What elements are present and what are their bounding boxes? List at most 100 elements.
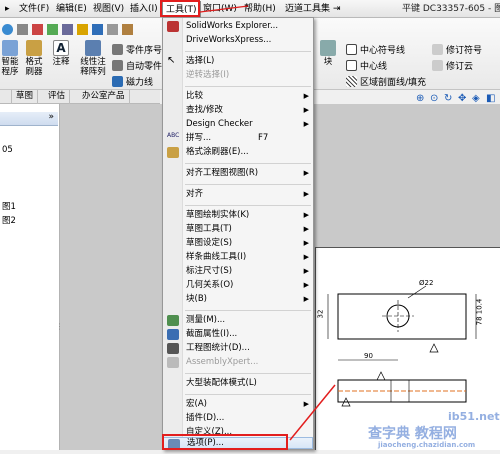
centerline-icon xyxy=(346,59,357,71)
centerline-button[interactable]: 中心线 xyxy=(346,58,387,72)
watermark-title: 查字典 教程网 xyxy=(368,426,457,442)
menu-item-find-modify[interactable]: 查找/修改 ▶ xyxy=(163,104,313,117)
menu-item-label: 测量(M)... xyxy=(186,315,226,325)
center-mark-button[interactable]: 中心符号线 xyxy=(346,42,405,56)
submenu-arrow-icon: ▶ xyxy=(303,120,309,128)
rebuild-icon[interactable] xyxy=(2,23,13,35)
menu-item-format-painter[interactable]: 格式涂刷器(E)... xyxy=(163,146,313,159)
annotation-arrow-top xyxy=(200,5,249,13)
measure-icon xyxy=(167,315,179,326)
tab-office-products[interactable]: 办公室产品 xyxy=(78,90,130,104)
menu-separator xyxy=(185,205,311,206)
area-hatch-button[interactable]: 区域剖面线/填充 xyxy=(346,74,426,88)
datum-triangle-2 xyxy=(376,371,386,381)
command-tabs: 草图 评估 办公室产品 xyxy=(0,90,160,104)
menu-separator xyxy=(185,51,311,52)
menu-item-invert-selection[interactable]: 逆转选择(I) xyxy=(163,69,313,82)
tree-item[interactable]: 图1 xyxy=(2,200,16,212)
menu-item-label: 样条曲线工具(I) xyxy=(186,252,247,262)
leader-line xyxy=(407,285,427,299)
magnetic-line-label: 磁力线 xyxy=(126,77,154,88)
rotate-icon[interactable]: ↻ xyxy=(444,93,452,104)
menu-item-compare[interactable]: 比较 ▶ xyxy=(163,90,313,103)
magnetic-line-button[interactable]: 磁力线 xyxy=(112,74,153,88)
centerline-label: 中心线 xyxy=(360,61,388,72)
note-label: 注释 xyxy=(52,57,70,67)
menu-item-driveworksxpress[interactable]: DriveWorksXpress... xyxy=(163,34,313,47)
menu-item-measure[interactable]: 测量(M)... xyxy=(163,314,313,327)
menubar-logo-icon[interactable]: ▸ xyxy=(2,1,13,17)
menu-item-assemblyxpert[interactable]: AssemblyXpert... xyxy=(163,356,313,369)
tab-evaluate[interactable]: 评估 xyxy=(44,90,71,104)
display-icon[interactable] xyxy=(62,23,73,35)
tab-sketch[interactable]: 草图 xyxy=(12,90,39,104)
dim-diameter[interactable]: Ø22 xyxy=(419,279,433,287)
menu-item-spline-tools[interactable]: 样条曲线工具(I) ▶ xyxy=(163,251,313,264)
menu-item-drawing-statistics[interactable]: 工程图统计(D)... xyxy=(163,342,313,355)
menu-item-spelling[interactable]: ABC 拼写... F7 xyxy=(163,132,313,145)
menu-item-align-drawing-view[interactable]: 对齐工程图视图(R) ▶ xyxy=(163,167,313,180)
auto-balloon-button[interactable]: 自动零件 xyxy=(112,58,162,72)
menu-item-section-properties[interactable]: 截面属性(I)... xyxy=(163,328,313,341)
note-button[interactable]: A 注释 xyxy=(50,40,72,67)
quick-toolbar xyxy=(2,22,162,36)
submenu-arrow-icon: ▶ xyxy=(303,169,309,177)
menu-item-align[interactable]: 对齐 ▶ xyxy=(163,188,313,201)
menu-addin-tools[interactable]: 迈道工具集 xyxy=(282,1,333,17)
view-orientation-icon[interactable]: ◈ xyxy=(472,93,480,104)
linear-note-pattern-button[interactable]: 线性注 释阵列 xyxy=(76,40,110,77)
menu-item-label: 选择(L) xyxy=(186,56,215,66)
section-properties-icon xyxy=(167,329,179,340)
link-icon[interactable] xyxy=(107,23,118,35)
submenu-arrow-icon: ▶ xyxy=(303,239,309,247)
revision-symbol-button[interactable]: 修订符号 xyxy=(432,42,482,56)
submenu-arrow-icon: ▶ xyxy=(303,190,309,198)
smart-dimension-icon xyxy=(2,40,18,56)
menu-item-select[interactable]: ↖ 选择(L) xyxy=(163,55,313,68)
panel-header: » xyxy=(0,112,58,126)
menu-item-sketch-settings[interactable]: 草图设定(S) ▶ xyxy=(163,237,313,250)
block-label: 块 xyxy=(323,57,333,67)
collapse-panel-icon[interactable]: » xyxy=(48,112,54,122)
menu-item-dimensions[interactable]: 标注尺寸(S) ▶ xyxy=(163,265,313,278)
menu-view[interactable]: 视图(V) xyxy=(90,1,127,17)
dim-height[interactable]: 32 xyxy=(316,310,324,319)
revision-cloud-button[interactable]: 修订云 xyxy=(432,58,473,72)
menu-insert[interactable]: 插入(I) xyxy=(127,1,161,17)
pin-icon[interactable]: ⇥ xyxy=(330,1,344,17)
menu-item-blocks[interactable]: 块(B) ▶ xyxy=(163,293,313,306)
search-icon[interactable] xyxy=(92,23,103,35)
menu-item-label: 工程图统计(D)... xyxy=(186,343,250,353)
block-icon xyxy=(320,40,336,56)
menu-item-design-checker[interactable]: Design Checker ▶ xyxy=(163,118,313,131)
menu-item-label: 块(B) xyxy=(186,294,207,304)
block-button[interactable]: 块 xyxy=(318,40,338,67)
menu-item-sketch-tools[interactable]: 草图工具(T) ▶ xyxy=(163,223,313,236)
tree-item[interactable]: 05 xyxy=(2,145,13,155)
tree-item[interactable]: 图2 xyxy=(2,214,16,226)
watermark-url: jiaocheng.chazidian.com xyxy=(378,441,476,449)
light-icon[interactable] xyxy=(77,23,88,35)
menu-item-sketch-entities[interactable]: 草图绘制实体(K) ▶ xyxy=(163,209,313,222)
menu-file[interactable]: 文件(F) xyxy=(16,1,52,17)
menu-edit[interactable]: 编辑(E) xyxy=(53,1,90,17)
menu-item-label: Design Checker xyxy=(186,119,253,129)
display-style-icon[interactable]: ◧ xyxy=(486,93,495,104)
tool-icon[interactable] xyxy=(122,23,133,35)
stop-icon[interactable] xyxy=(32,23,43,35)
menu-item-solidworks-explorer[interactable]: SolidWorks Explorer... xyxy=(163,20,313,33)
tab-more[interactable] xyxy=(0,90,12,104)
zoom-fit-icon[interactable]: ⊕ xyxy=(416,93,424,104)
format-painter-button[interactable]: 格式 刷器 xyxy=(22,40,46,77)
dim-length[interactable]: 90 xyxy=(364,352,373,360)
balloon-button[interactable]: 零件序号 xyxy=(112,42,162,56)
smart-dimension-button[interactable]: 智能 程序 xyxy=(0,40,20,77)
pan-icon[interactable]: ✥ xyxy=(458,93,466,104)
balloon-label: 零件序号 xyxy=(126,45,163,56)
menu-item-label: 几何关系(O) xyxy=(186,280,234,290)
options-icon[interactable] xyxy=(47,23,58,35)
menu-item-relations[interactable]: 几何关系(O) ▶ xyxy=(163,279,313,292)
gear-icon[interactable] xyxy=(17,23,28,35)
zoom-area-icon[interactable]: ⊙ xyxy=(430,93,438,104)
dim-right[interactable]: 78 10.4 xyxy=(475,299,483,326)
